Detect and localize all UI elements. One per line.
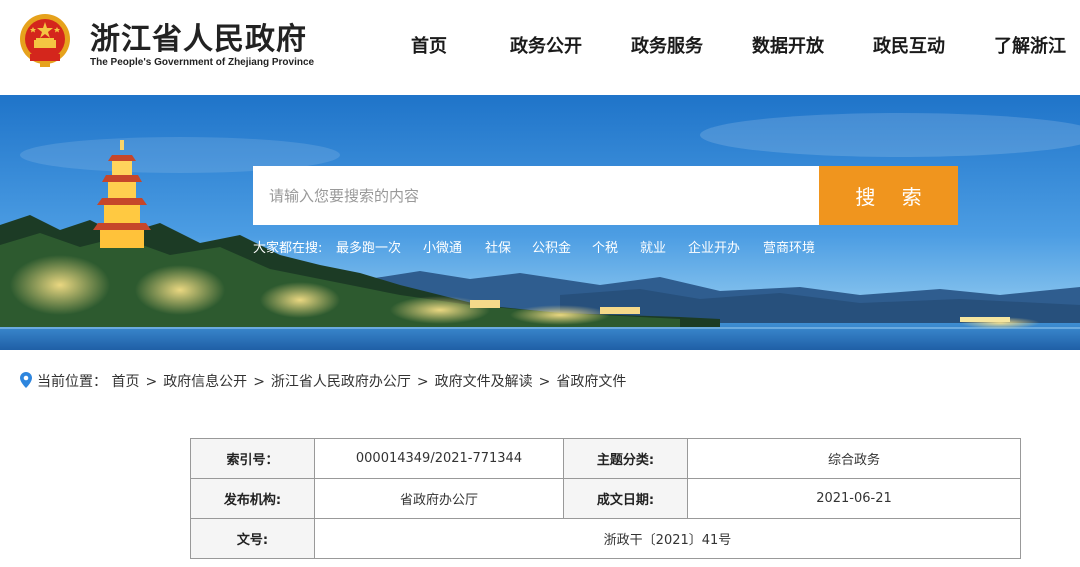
table-row: 索引号： 000014349/2021-771344 主题分类: 综合政务	[190, 438, 1021, 479]
nav-item-services[interactable]: 政务服务	[631, 32, 703, 58]
hot-search-link[interactable]: 企业开办	[688, 237, 740, 256]
site-subtitle: The People's Government of Zhejiang Prov…	[90, 57, 315, 68]
hot-search-link[interactable]: 就业	[640, 237, 666, 256]
nav-item-open-data[interactable]: 数据开放	[752, 32, 824, 58]
search-input[interactable]	[253, 166, 819, 225]
document-info-table: 索引号： 000014349/2021-771344 主题分类: 综合政务 发布…	[190, 438, 1021, 559]
breadcrumb-separator: >	[416, 374, 429, 390]
date-label: 成文日期:	[563, 478, 688, 519]
breadcrumb-item[interactable]: 首页	[111, 374, 139, 390]
nav-item-government-affairs[interactable]: 政务公开	[510, 32, 582, 58]
hot-search-link[interactable]: 小微通	[423, 237, 462, 256]
hero-banner: 搜 索 大家都在搜: 最多跑一次 小微通 社保 公积金 个税 就业 企业开办 营…	[0, 95, 1080, 350]
breadcrumb-item[interactable]: 政府信息公开	[163, 374, 247, 390]
nav-item-interaction[interactable]: 政民互动	[873, 32, 945, 58]
table-row: 发布机构: 省政府办公厅 成文日期: 2021-06-21	[190, 478, 1021, 519]
topic-label: 主题分类:	[563, 438, 688, 479]
date-value: 2021-06-21	[687, 478, 1021, 519]
breadcrumb: 当前位置： 首页 > 政府信息公开 > 浙江省人民政府办公厅 > 政府文件及解读 > 省政府文件	[20, 371, 626, 391]
index-label: 索引号：	[190, 438, 315, 479]
breadcrumb-separator: >	[253, 374, 265, 390]
hot-search-label: 大家都在搜:	[253, 241, 323, 256]
nav-item-home[interactable]: 首页	[411, 32, 447, 58]
hot-search-link[interactable]: 个税	[592, 237, 618, 256]
hot-search-link[interactable]: 公积金	[532, 237, 571, 256]
breadcrumb-item[interactable]: 省政府文件	[556, 374, 626, 390]
index-value: 000014349/2021-771344	[314, 438, 564, 479]
table-row: 文号: 浙政干〔2021〕41号	[190, 518, 1021, 559]
breadcrumb-item[interactable]: 浙江省人民政府办公厅	[271, 374, 411, 390]
doc-number-label: 文号:	[190, 518, 315, 559]
breadcrumb-item[interactable]: 政府文件及解读	[435, 374, 533, 390]
issuer-value: 省政府办公厅	[314, 478, 564, 519]
hot-search-link[interactable]: 营商环境	[763, 237, 815, 256]
hot-search-link[interactable]: 社保	[485, 237, 511, 256]
breadcrumb-prefix: 当前位置：	[37, 374, 107, 390]
site-header: 浙江省人民政府 The People's Government of Zheji…	[0, 0, 1080, 95]
main-nav: 首页 政务公开 政务服务 数据开放 政民互动 了解浙江	[0, 32, 1080, 58]
doc-number-value: 浙政干〔2021〕41号	[314, 518, 1021, 559]
breadcrumb-separator: >	[538, 374, 551, 390]
hot-search-link[interactable]: 最多跑一次	[336, 237, 401, 256]
breadcrumb-separator: >	[145, 374, 158, 390]
location-pin-icon	[20, 372, 32, 388]
search-button[interactable]: 搜 索	[819, 166, 958, 225]
topic-value: 综合政务	[687, 438, 1021, 479]
issuer-label: 发布机构:	[190, 478, 315, 519]
nav-item-about-zhejiang[interactable]: 了解浙江	[994, 32, 1066, 58]
